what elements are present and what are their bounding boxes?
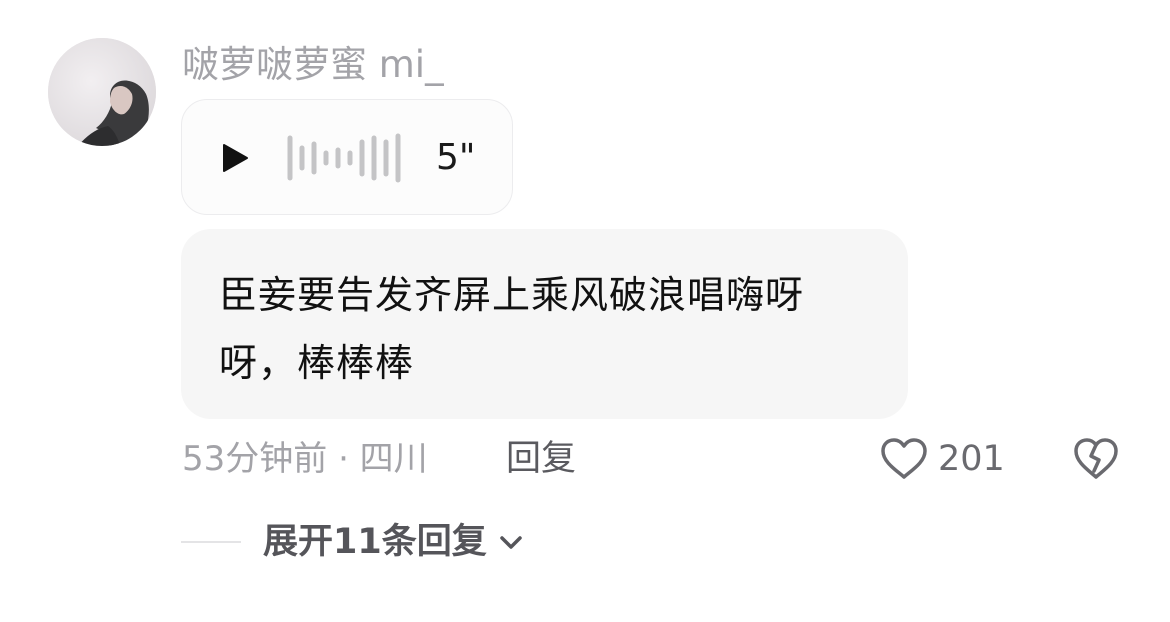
voice-duration: 5" xyxy=(436,137,476,178)
expand-replies-button[interactable]: 展开11条回复 xyxy=(263,519,524,565)
chevron-down-icon xyxy=(500,536,522,549)
play-icon[interactable] xyxy=(220,142,250,174)
avatar-image xyxy=(48,38,156,146)
comment-username[interactable]: 啵萝啵萝蜜 mi_ xyxy=(182,42,444,88)
audio-waveform-icon xyxy=(287,133,401,183)
expand-replies-label: 展开11条回复 xyxy=(263,522,487,562)
thread-divider xyxy=(181,541,241,543)
heart-outline-icon[interactable] xyxy=(879,437,929,481)
voice-message-bubble[interactable]: 5" xyxy=(181,99,513,215)
comment-text-bubble[interactable]: 臣妾要告发齐屏上乘风破浪唱嗨呀呀，棒棒棒 xyxy=(181,229,908,419)
reply-button[interactable]: 回复 xyxy=(506,437,576,481)
comment-text: 臣妾要告发齐屏上乘风破浪唱嗨呀呀，棒棒棒 xyxy=(219,273,805,385)
broken-heart-icon[interactable] xyxy=(1072,437,1120,481)
like-count: 201 xyxy=(938,439,1005,479)
comment-time-location: 53分钟前 · 四川 xyxy=(182,439,428,479)
avatar[interactable] xyxy=(48,38,156,146)
